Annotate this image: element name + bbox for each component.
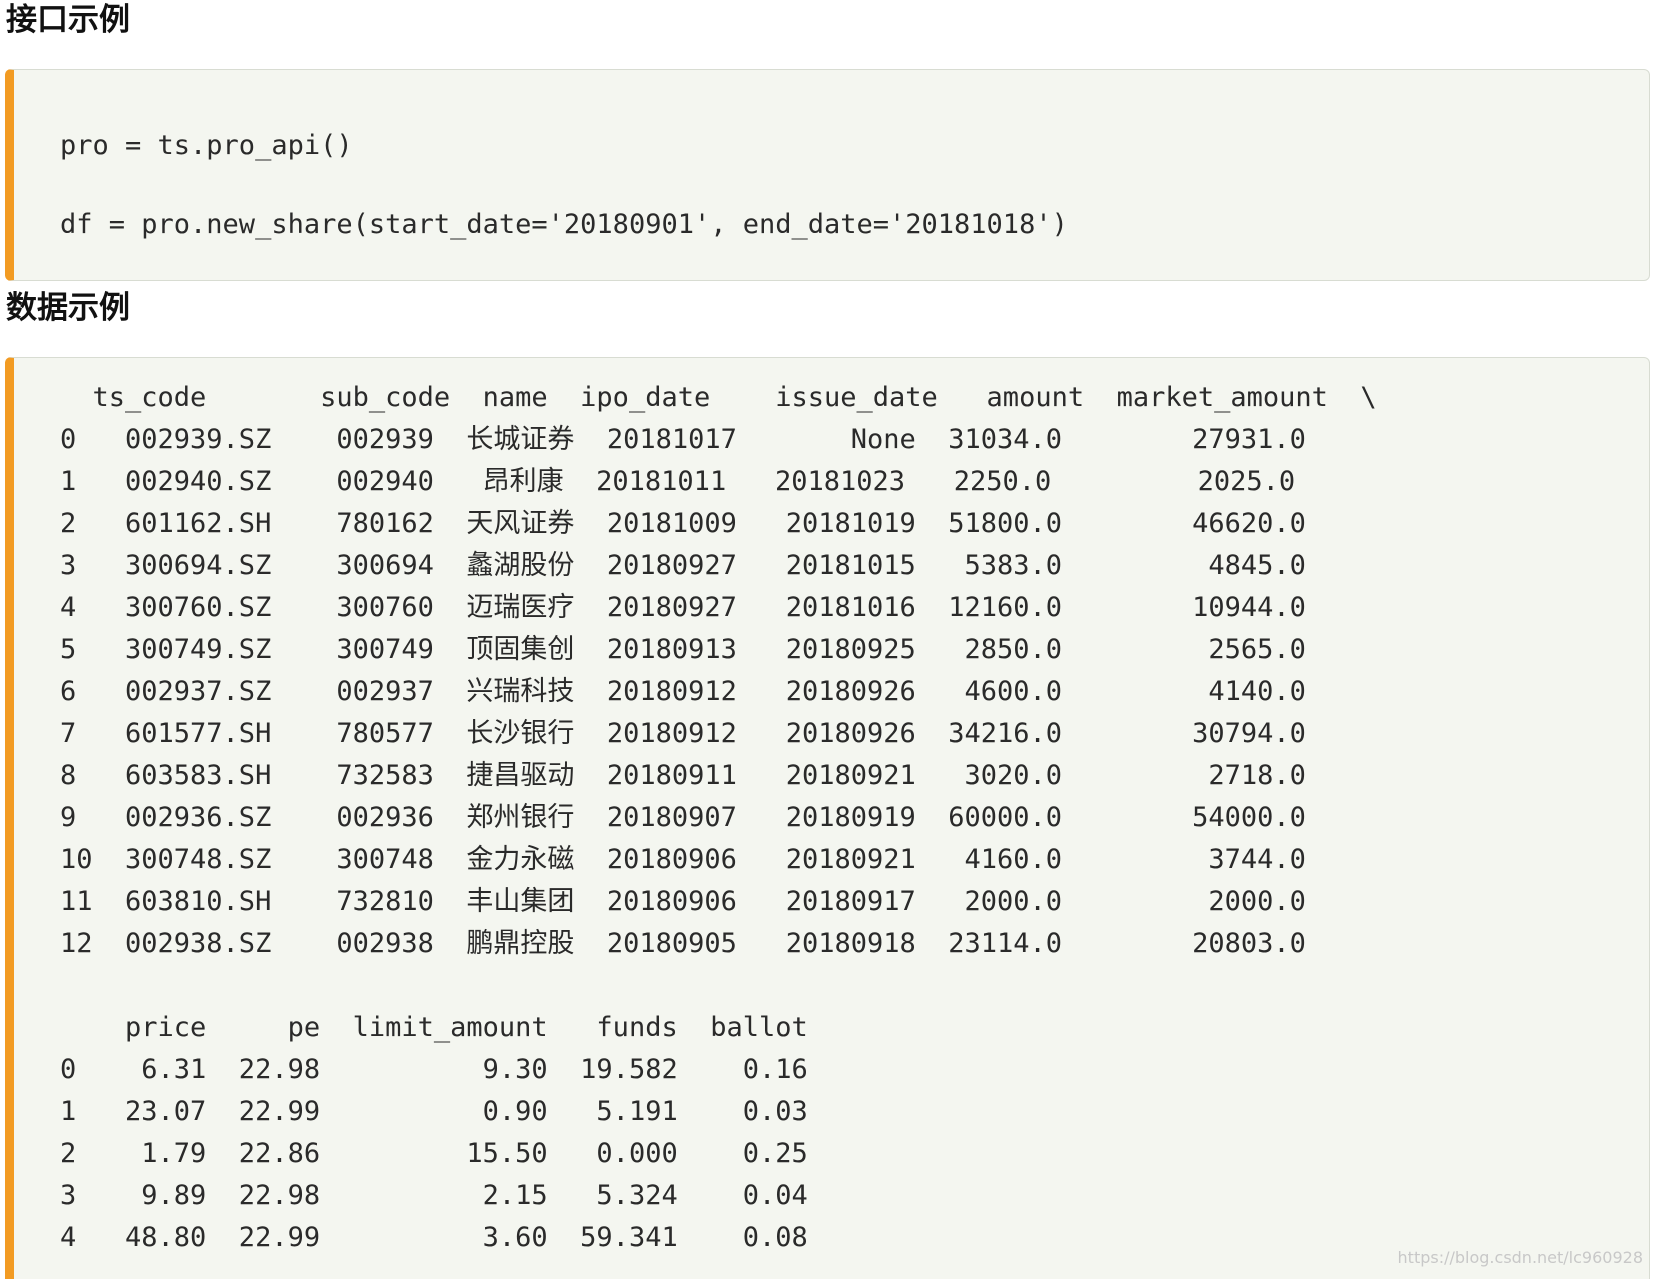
- code-line: pro = ts.pro_api(): [60, 130, 353, 161]
- watermark: https://blog.csdn.net/lc960928: [1397, 1248, 1643, 1267]
- output-line: 12 002938.SZ 002938 鹏鼎控股 20180905 201809…: [60, 928, 1306, 959]
- output-line: 3 300694.SZ 300694 蠡湖股份 20180927 2018101…: [60, 550, 1306, 581]
- code-line: df = pro.new_share(start_date='20180901'…: [60, 209, 1068, 240]
- data-example-heading: 数据示例: [6, 290, 130, 326]
- output-line: 6 002937.SZ 002937 兴瑞科技 20180912 2018092…: [60, 676, 1306, 707]
- output-line: price pe limit_amount funds ballot: [60, 1012, 808, 1043]
- output-line: 1 23.07 22.99 0.90 5.191 0.03: [60, 1096, 808, 1127]
- api-code-block: pro = ts.pro_api() df = pro.new_share(st…: [5, 69, 1650, 281]
- api-example-heading: 接口示例: [6, 2, 130, 38]
- output-line: 4 48.80 22.99 3.60 59.341 0.08: [60, 1222, 808, 1253]
- output-line: 3 9.89 22.98 2.15 5.324 0.04: [60, 1180, 808, 1211]
- output-line: 7 601577.SH 780577 长沙银行 20180912 2018092…: [60, 718, 1306, 749]
- output-line: 0 6.31 22.98 9.30 19.582 0.16: [60, 1054, 808, 1085]
- output-line: 4 300760.SZ 300760 迈瑞医疗 20180927 2018101…: [60, 592, 1306, 623]
- output-line: 2 601162.SH 780162 天风证券 20181009 2018101…: [60, 508, 1306, 539]
- output-line: 0 002939.SZ 002939 长城证券 20181017 None 31…: [60, 424, 1306, 455]
- data-output-block: ts_code sub_code name ipo_date issue_dat…: [5, 357, 1650, 1279]
- output-line: ts_code sub_code name ipo_date issue_dat…: [60, 382, 1377, 413]
- output-line: 9 002936.SZ 002936 郑州银行 20180907 2018091…: [60, 802, 1306, 833]
- output-line: 2 1.79 22.86 15.50 0.000 0.25: [60, 1138, 808, 1169]
- output-line: 10 300748.SZ 300748 金力永磁 20180906 201809…: [60, 844, 1306, 875]
- output-line: 11 603810.SH 732810 丰山集团 20180906 201809…: [60, 886, 1306, 917]
- output-line: 8 603583.SH 732583 捷昌驱动 20180911 2018092…: [60, 760, 1306, 791]
- output-line: 5 300749.SZ 300749 顶固集创 20180913 2018092…: [60, 634, 1306, 665]
- output-line: 1 002940.SZ 002940 昂利康 20181011 20181023…: [60, 466, 1296, 497]
